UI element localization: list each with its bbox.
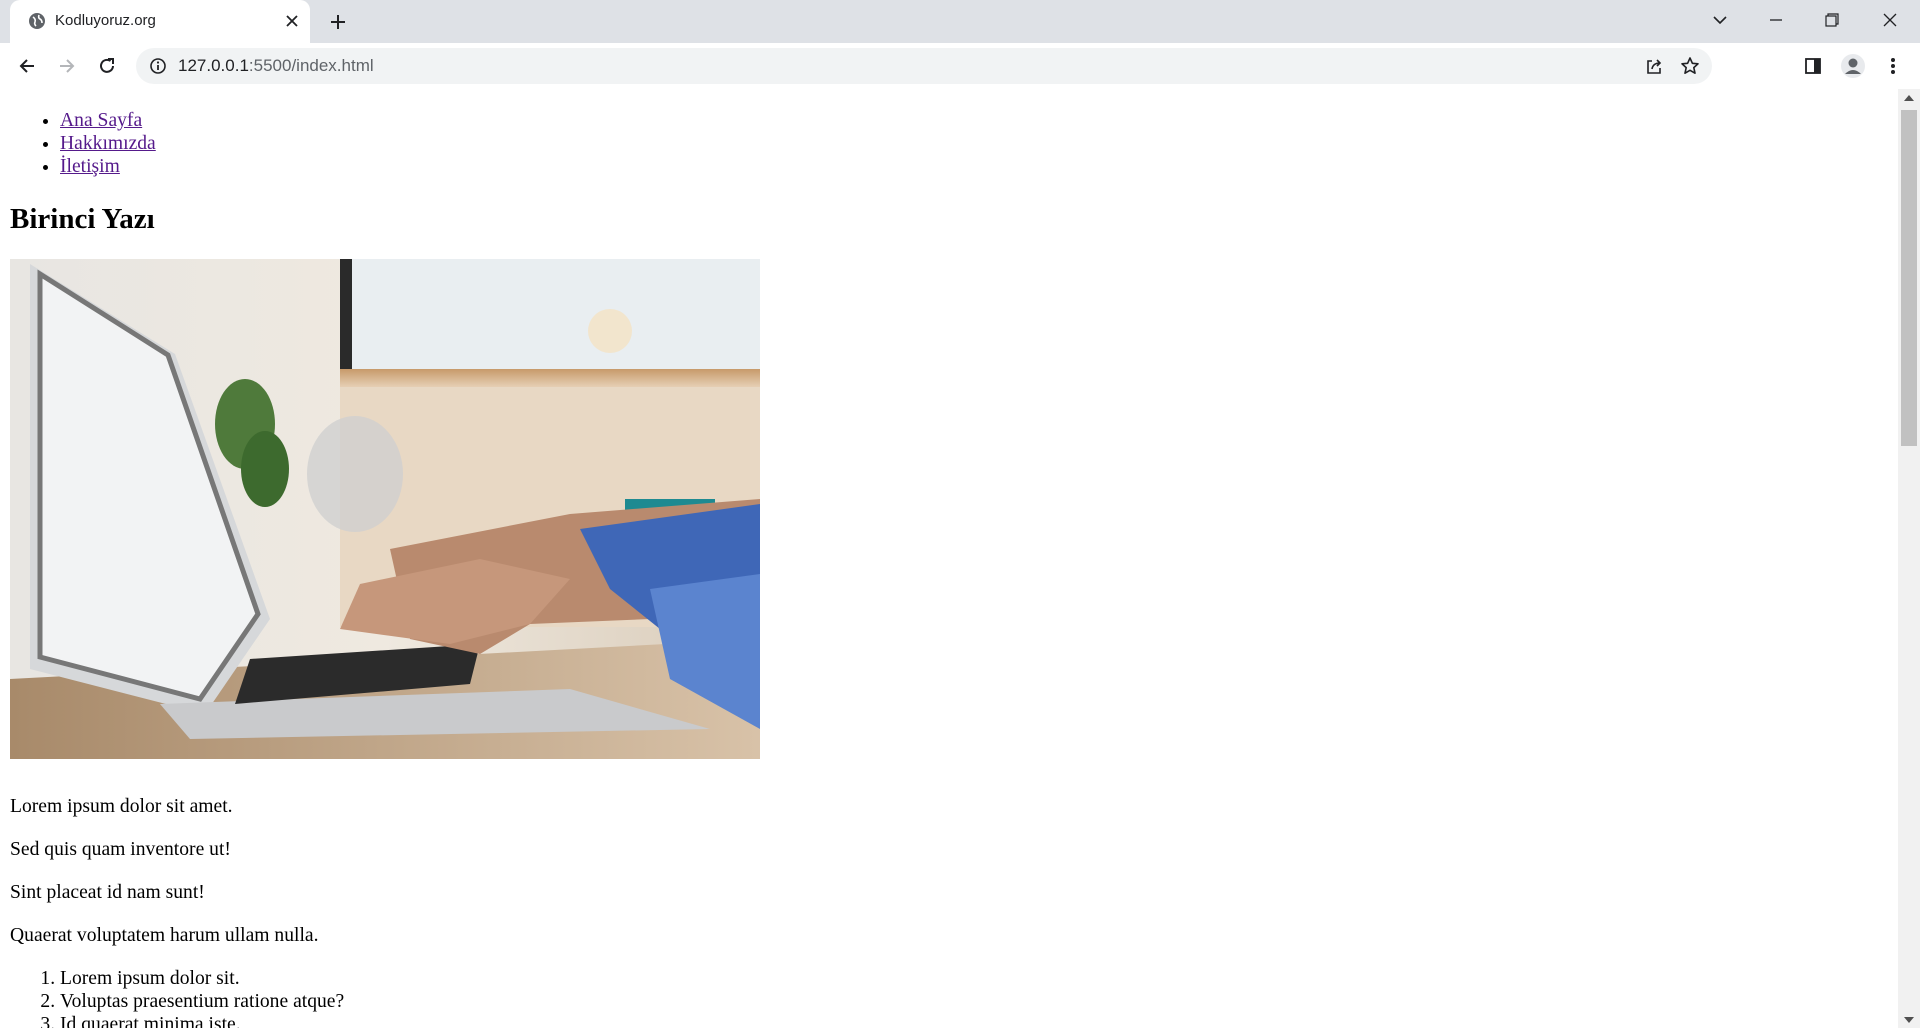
nav-item: Ana Sayfa — [60, 109, 1890, 132]
browser-toolbar: 127.0.0.1:5500/index.html — [0, 43, 1920, 90]
paragraph: Sed quis quam inventore ut! — [10, 839, 231, 860]
scroll-up-arrow[interactable] — [1898, 89, 1920, 106]
list-item: Id quaerat minima iste. — [60, 1013, 1890, 1028]
url-host: 127.0.0.1 — [178, 56, 249, 75]
side-panel-icon[interactable] — [1798, 51, 1828, 81]
reload-icon[interactable] — [92, 51, 122, 81]
nav-item: İletişim — [60, 155, 1890, 178]
ordered-list: Lorem ipsum dolor sit. Voluptas praesent… — [10, 967, 1890, 1028]
nav-item: Hakkımızda — [60, 132, 1890, 155]
list-item: Lorem ipsum dolor sit. — [60, 967, 1890, 990]
window-close-icon[interactable] — [1862, 0, 1918, 40]
restore-icon[interactable] — [1804, 0, 1860, 40]
page-content: Ana Sayfa Hakkımızda İletişim Birinci Ya… — [10, 89, 1890, 1028]
paragraph: Sint placeat id nam sunt! — [10, 882, 205, 903]
profile-icon[interactable] — [1838, 51, 1868, 81]
forward-icon[interactable] — [52, 51, 82, 81]
paragraph: Lorem ipsum dolor sit amet. — [10, 796, 233, 817]
nav-list: Ana Sayfa Hakkımızda İletişim — [10, 109, 1890, 178]
info-icon[interactable] — [148, 56, 168, 76]
browser-tab[interactable]: Kodluyoruz.org — [10, 0, 310, 43]
nav-link-about[interactable]: Hakkımızda — [60, 133, 156, 154]
address-bar[interactable]: 127.0.0.1:5500/index.html — [136, 48, 1712, 84]
laptop-photo — [10, 259, 760, 759]
list-item: Voluptas praesentium ratione atque? — [60, 990, 1890, 1013]
scroll-down-arrow[interactable] — [1898, 1011, 1920, 1028]
vertical-scrollbar[interactable] — [1898, 89, 1920, 1028]
close-icon[interactable] — [281, 10, 303, 32]
page-viewport: Ana Sayfa Hakkımızda İletişim Birinci Ya… — [0, 89, 1898, 1028]
url-text[interactable]: 127.0.0.1:5500/index.html — [178, 56, 374, 76]
minimize-icon[interactable] — [1748, 0, 1804, 40]
paragraph: Quaerat voluptatem harum ullam nulla. — [10, 925, 319, 946]
back-icon[interactable] — [12, 51, 42, 81]
post-title: Birinci Yazı — [10, 203, 155, 235]
nav-link-contact[interactable]: İletişim — [60, 156, 120, 177]
globe-icon — [27, 11, 47, 31]
chevron-down-icon[interactable] — [1692, 0, 1748, 40]
share-icon[interactable] — [1642, 54, 1666, 78]
tab-strip: Kodluyoruz.org — [0, 0, 1920, 43]
plus-icon[interactable] — [326, 10, 350, 34]
menu-icon[interactable] — [1878, 51, 1908, 81]
star-icon[interactable] — [1678, 54, 1702, 78]
nav-link-home[interactable]: Ana Sayfa — [60, 110, 142, 131]
tab-title: Kodluyoruz.org — [55, 12, 156, 29]
scrollbar-thumb[interactable] — [1901, 110, 1917, 446]
url-path: :5500/index.html — [248, 56, 374, 75]
